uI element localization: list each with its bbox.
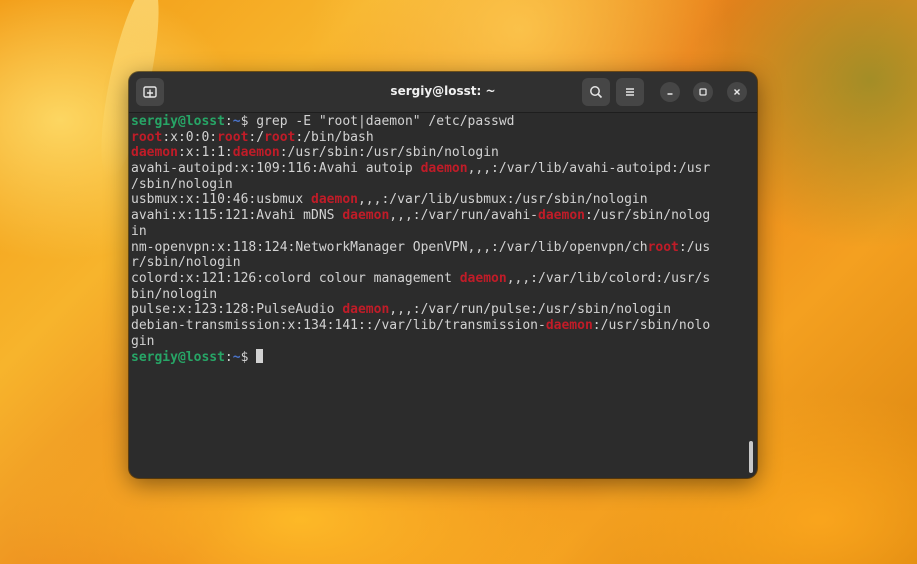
terminal-line: avahi-autoipd:x:109:116:Avahi autoip dae…: [131, 161, 743, 177]
output-text: avahi-autoipd:x:109:116:Avahi autoip: [131, 161, 421, 177]
hamburger-menu-icon: [626, 88, 634, 96]
output-text: usbmux:x:110:46:usbmux: [131, 192, 312, 208]
output-text: $: [240, 350, 257, 366]
output-text: :x:0:0:: [162, 129, 218, 145]
output-text: r/sbin/nologin: [131, 255, 241, 271]
output-text: :/usr/sbin/nolo: [592, 317, 711, 333]
terminal-line: pulse:x:123:128:PulseAudio daemon,,,:/va…: [131, 302, 743, 318]
output-text: ,,,:/var/lib/avahi-autoipd:/usr: [467, 161, 711, 177]
output-text: ,,,:/var/run/avahi-: [389, 208, 539, 224]
terminal-window[interactable]: sergiy@losst: ~ sergiy@losst:~$ grep -E …: [129, 72, 757, 478]
terminal-line: debian-transmission:x:134:141::/var/lib/…: [131, 318, 743, 334]
terminal-line: colord:x:121:126:colord colour managemen…: [131, 271, 743, 287]
output-text: $ grep -E "root|daemon" /etc/passwd: [240, 114, 515, 129]
terminal-line: daemon:x:1:1:daemon:/usr/sbin:/usr/sbin/…: [131, 145, 743, 161]
minimize-button[interactable]: [660, 82, 680, 102]
terminal-line: root:x:0:0:root:/root:/bin/bash: [131, 130, 743, 146]
search-icon: [590, 86, 603, 99]
output-text: :: [224, 114, 233, 129]
match-highlight: daemon: [342, 302, 390, 318]
output-text: colord:x:121:126:colord colour managemen…: [131, 270, 460, 286]
match-highlight: root: [131, 129, 163, 145]
output-text: :: [224, 350, 233, 366]
output-text: debian-transmission:x:134:141::/var/lib/…: [131, 317, 546, 333]
match-highlight: daemon: [459, 270, 507, 286]
terminal-line: /sbin/nologin: [131, 177, 743, 193]
match-highlight: daemon: [342, 208, 390, 224]
output-text: bin/nologin: [131, 286, 218, 302]
output-text: :/bin/bash: [295, 129, 374, 145]
maximize-icon: [699, 88, 707, 96]
scrollbar[interactable]: [749, 441, 753, 473]
match-highlight: root: [264, 129, 296, 145]
output-text: :/: [248, 129, 265, 145]
menu-button[interactable]: [616, 78, 644, 106]
text-cursor: [256, 349, 264, 364]
prompt-user: sergiy@losst: [131, 114, 225, 129]
terminal-line: sergiy@losst:~$ grep -E "root|daemon" /e…: [131, 114, 743, 130]
terminal-line: gin: [131, 334, 743, 350]
match-highlight: root: [647, 239, 679, 255]
output-text: in: [131, 223, 147, 239]
output-text: :x:1:1:: [177, 145, 233, 161]
terminal-line: bin/nologin: [131, 287, 743, 303]
prompt-path: ~: [232, 114, 241, 129]
output-text: :/usr/sbin/nolog: [584, 208, 711, 224]
match-highlight: daemon: [311, 192, 358, 208]
terminal-output[interactable]: sergiy@losst:~$ grep -E "root|daemon" /e…: [131, 114, 743, 474]
output-text: nm-openvpn:x:118:124:NetworkManager Open…: [131, 239, 648, 255]
output-text: avahi:x:115:121:Avahi mDNS: [131, 208, 343, 224]
terminal-line: r/sbin/nologin: [131, 255, 743, 271]
close-icon: [734, 89, 740, 95]
match-highlight: daemon: [545, 317, 593, 333]
search-button[interactable]: [582, 78, 610, 106]
output-text: gin: [131, 333, 155, 349]
prompt-user: sergiy@losst: [131, 350, 225, 366]
terminal-line: avahi:x:115:121:Avahi mDNS daemon,,,:/va…: [131, 208, 743, 224]
output-text: /sbin/nologin: [131, 176, 233, 192]
output-text: pulse:x:123:128:PulseAudio: [131, 302, 343, 318]
match-highlight: daemon: [420, 161, 468, 177]
maximize-button[interactable]: [693, 82, 713, 102]
output-text: ,,,:/var/lib/usbmux:/usr/sbin/nologin: [357, 192, 648, 208]
match-highlight: daemon: [232, 145, 280, 161]
terminal-line: sergiy@losst:~$: [131, 349, 743, 365]
match-highlight: daemon: [538, 208, 585, 224]
close-button[interactable]: [727, 82, 747, 102]
output-text: :/us: [678, 239, 711, 255]
output-text: ,,,:/var/run/pulse:/usr/sbin/nologin: [389, 302, 672, 318]
match-highlight: daemon: [131, 145, 178, 161]
header-bar[interactable]: sergiy@losst: ~: [129, 72, 757, 113]
prompt-path: ~: [232, 350, 241, 366]
match-highlight: root: [217, 129, 249, 145]
output-text: ,,,:/var/lib/colord:/usr/s: [506, 270, 711, 286]
minimize-icon: [667, 93, 673, 95]
terminal-line: in: [131, 224, 743, 240]
output-text: :/usr/sbin:/usr/sbin/nologin: [279, 145, 499, 161]
terminal-line: usbmux:x:110:46:usbmux daemon,,,:/var/li…: [131, 192, 743, 208]
terminal-line: nm-openvpn:x:118:124:NetworkManager Open…: [131, 240, 743, 256]
